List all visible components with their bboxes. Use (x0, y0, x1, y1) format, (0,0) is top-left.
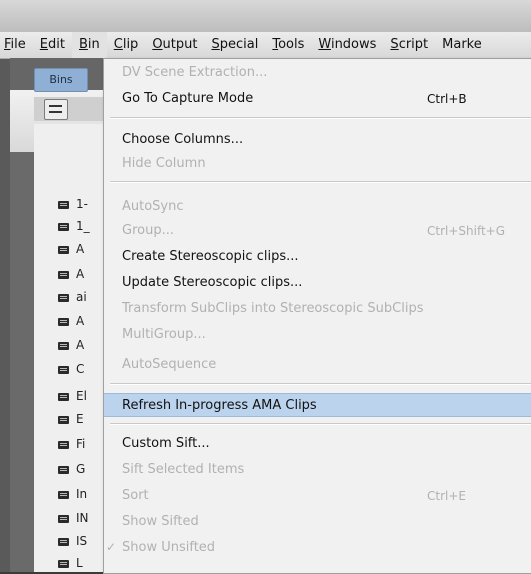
bin-row[interactable]: In (34, 486, 106, 505)
bin-icon (58, 223, 69, 231)
bin-row[interactable]: IS (34, 533, 106, 552)
bin-row[interactable]: Fi (34, 436, 106, 455)
title-bar (0, 0, 531, 33)
bin-row[interactable]: ai (34, 289, 106, 308)
menu-bar: File Edit Bin Clip Output Special Tools … (0, 32, 531, 59)
menu-item-sort[interactable]: Sort Ctrl+E (104, 484, 531, 508)
bin-row[interactable]: A (34, 337, 106, 356)
bin-icon (58, 416, 69, 424)
bin-icon (58, 491, 69, 499)
bin-row[interactable]: 1_ (34, 218, 106, 237)
menu-item-show-sifted[interactable]: Show Sifted (104, 510, 531, 534)
menu-item-show-unsifted[interactable]: ✓ Show Unsifted (104, 536, 531, 560)
bin-row[interactable]: L (34, 555, 106, 574)
bin-icon (58, 515, 69, 523)
bin-icon (58, 366, 69, 374)
menu-item-custom-sift[interactable]: Custom Sift... (104, 432, 531, 456)
menu-separator (110, 383, 531, 385)
menu-bin[interactable]: Bin (71, 32, 107, 58)
bin-row[interactable]: E (34, 411, 106, 430)
checkmark-icon: ✓ (106, 540, 117, 554)
bin-icon (58, 393, 69, 401)
menu-item-create-stereoscopic-clips[interactable]: Create Stereoscopic clips... (104, 245, 531, 269)
menu-script[interactable]: Script (383, 32, 435, 58)
bin-row[interactable]: 1- (34, 196, 106, 215)
menu-file[interactable]: File (0, 32, 33, 58)
bin-icon (58, 441, 69, 449)
bin-row[interactable]: A (34, 313, 106, 332)
menu-item-update-stereoscopic-clips[interactable]: Update Stereoscopic clips... (104, 271, 531, 295)
bin-row[interactable]: A (34, 266, 106, 285)
bin-row[interactable]: El (34, 388, 106, 407)
menu-edit[interactable]: Edit (33, 32, 72, 58)
bin-icon (58, 294, 69, 302)
menu-tools[interactable]: Tools (265, 32, 311, 58)
bins-tab[interactable]: Bins (34, 68, 88, 92)
minus-icon (49, 105, 62, 107)
menu-special[interactable]: Special (204, 32, 265, 58)
menu-item-transform-subclips[interactable]: Transform SubClips into Stereoscopic Sub… (104, 297, 531, 321)
bin-row[interactable]: IN (34, 510, 106, 529)
menu-separator (110, 117, 531, 119)
menu-marker[interactable]: Marke (435, 32, 489, 58)
menu-separator (110, 423, 531, 425)
menu-clip[interactable]: Clip (107, 32, 146, 58)
bin-icon (58, 560, 69, 568)
menu-separator (110, 181, 531, 183)
bin-icon (58, 271, 69, 279)
menu-item-refresh-in-progress-ama-clips[interactable]: Refresh In-progress AMA Clips (104, 393, 531, 417)
menu-item-autosequence[interactable]: AutoSequence (104, 353, 531, 377)
menu-item-choose-columns[interactable]: Choose Columns... (104, 128, 531, 152)
menu-output[interactable]: Output (145, 32, 204, 58)
bin-icon (58, 246, 69, 254)
bin-icon (58, 342, 69, 350)
bin-row[interactable]: G (34, 461, 106, 480)
bin-view-toggle-button[interactable] (44, 99, 68, 120)
bin-icon (58, 201, 69, 209)
bin-row[interactable]: C (34, 361, 106, 380)
minus-icon (49, 111, 62, 113)
menu-item-dv-scene-extraction[interactable]: DV Scene Extraction... (104, 61, 531, 85)
menu-windows[interactable]: Windows (311, 32, 383, 58)
menu-item-hide-column[interactable]: Hide Column (104, 152, 531, 176)
menu-item-autosync[interactable]: AutoSync (104, 195, 531, 219)
bin-icon (58, 466, 69, 474)
bin-icon (58, 538, 69, 546)
menu-item-group[interactable]: Group... Ctrl+Shift+G (104, 219, 531, 243)
bin-row[interactable]: A (34, 241, 106, 260)
menu-item-multigroup[interactable]: MultiGroup... (104, 323, 531, 347)
bin-menu-dropdown: DV Scene Extraction... Go To Capture Mod… (103, 58, 531, 574)
menu-item-go-to-capture-mode[interactable]: Go To Capture Mode Ctrl+B (104, 87, 531, 111)
menu-item-sift-selected-items[interactable]: Sift Selected Items (104, 458, 531, 482)
bin-icon (58, 318, 69, 326)
